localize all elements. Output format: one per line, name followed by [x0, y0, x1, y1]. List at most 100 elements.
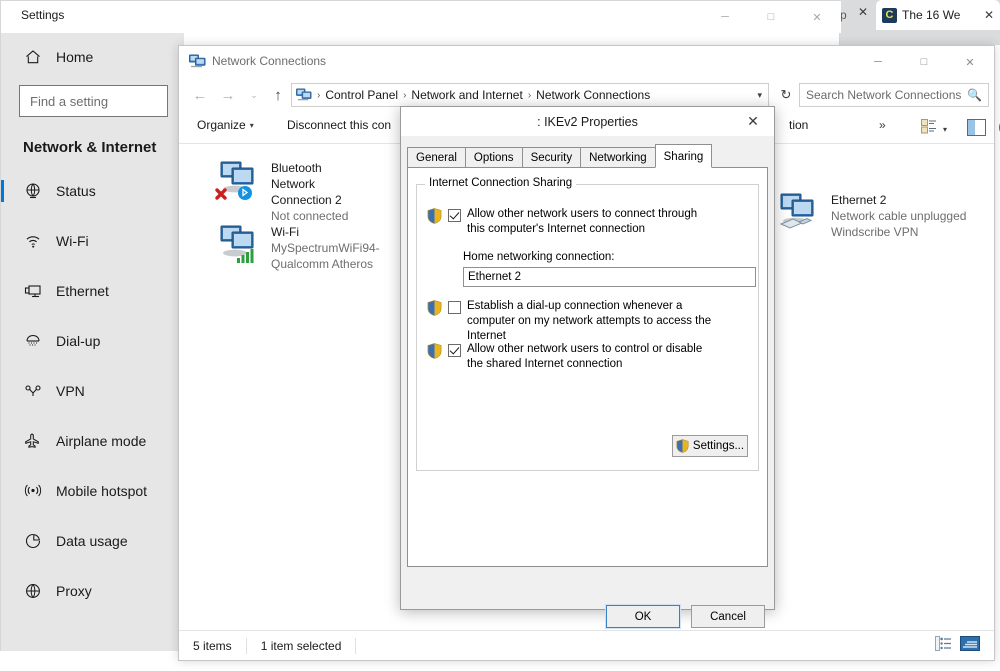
preview-pane-button[interactable] — [967, 119, 986, 136]
allow-connect-checkbox-row[interactable]: Allow other network users to connect thr… — [427, 207, 707, 237]
breadcrumb-separator: › — [401, 90, 408, 101]
preview-pane-right — [975, 120, 985, 135]
settings-maximize-button[interactable]: □ — [748, 1, 794, 33]
home-networking-connection-select[interactable]: Ethernet 2 — [463, 267, 756, 287]
breadcrumb-separator: › — [315, 90, 322, 101]
details-view-icon[interactable] — [935, 636, 952, 656]
browser-tab-title: The 16 We — [902, 8, 979, 22]
sidebar-item-dialup[interactable]: Dial-up — [1, 316, 184, 366]
globe-status-icon — [23, 182, 42, 201]
browser-tab-active[interactable]: C The 16 We ✕ — [876, 0, 1000, 30]
explorer-status-bar: 5 items 1 item selected — [179, 630, 994, 660]
list-item-text: Wi-Fi MySpectrumWiFi94- Qualcomm Atheros — [271, 224, 380, 272]
settings-minimize-button[interactable]: ─ — [702, 1, 748, 33]
disconnect-connection-button[interactable]: Disconnect this con — [287, 118, 391, 132]
breadcrumb-network-connections[interactable]: Network Connections — [536, 88, 650, 102]
list-item-text: Bluetooth Network Connection 2 Not conne… — [271, 160, 365, 224]
breadcrumb-network-and-internet[interactable]: Network and Internet — [411, 88, 522, 102]
list-item[interactable]: Bluetooth Network Connection 2 Not conne… — [215, 160, 365, 224]
dialup-label: Establish a dial-up connection whenever … — [467, 299, 727, 344]
settings-sidebar: Home Find a setting Network & Internet S… — [1, 33, 184, 651]
settings-window-title: Settings — [21, 8, 64, 22]
ok-button[interactable]: OK — [606, 605, 680, 628]
ethernet-icon — [23, 282, 42, 301]
browser-tab-close-icon[interactable]: ✕ — [984, 8, 994, 22]
organize-button[interactable]: Organize ▾ — [197, 118, 254, 132]
tab-general[interactable]: General — [407, 147, 466, 167]
sidebar-item-proxy[interactable]: Proxy — [1, 566, 184, 616]
chevron-down-icon: ▾ — [250, 121, 254, 130]
large-icons-view-icon[interactable] — [960, 636, 980, 656]
search-icon: 🔍 — [967, 88, 982, 102]
refresh-button[interactable]: ↻ — [775, 84, 797, 106]
recent-locations-button[interactable]: ⌄ — [241, 82, 267, 108]
home-icon — [23, 48, 42, 67]
explorer-maximize-button[interactable]: □ — [901, 46, 947, 78]
settings-search-wrap: Find a setting — [1, 81, 184, 117]
dialup-icon — [23, 332, 42, 351]
tab-options[interactable]: Options — [465, 147, 523, 167]
sidebar-item-ethernet-label: Ethernet — [56, 283, 109, 299]
list-item[interactable]: Ethernet 2 Network cable unplugged Winds… — [775, 192, 975, 240]
chevron-down-icon[interactable]: ▾ — [757, 90, 764, 101]
allow-connect-checkbox[interactable] — [448, 209, 461, 222]
allow-control-checkbox[interactable] — [448, 344, 461, 357]
ics-settings-button[interactable]: Settings... — [672, 435, 748, 457]
list-item[interactable]: Wi-Fi MySpectrumWiFi94- Qualcomm Atheros — [215, 224, 365, 272]
network-connections-icon — [189, 54, 206, 69]
search-input-placeholder: Find a setting — [30, 94, 108, 109]
connection-detail: Qualcomm Atheros — [271, 256, 380, 272]
sidebar-item-data-usage-label: Data usage — [56, 533, 128, 549]
preview-pane-left — [968, 120, 975, 135]
sidebar-item-mobile-hotspot[interactable]: Mobile hotspot — [1, 466, 184, 516]
network-adapter-disconnected-icon — [215, 160, 261, 202]
uac-shield-icon — [427, 208, 442, 224]
sidebar-item-home[interactable]: Home — [1, 33, 184, 81]
settings-close-button[interactable]: ✕ — [794, 1, 840, 33]
search-input[interactable]: Find a setting — [19, 85, 168, 117]
vpn-icon — [23, 382, 42, 401]
back-button[interactable]: ← — [187, 82, 213, 108]
connection-status: MySpectrumWiFi94- — [271, 240, 380, 256]
sidebar-item-wifi-label: Wi-Fi — [56, 233, 89, 249]
home-networking-connection-value: Ethernet 2 — [468, 271, 521, 283]
address-bar[interactable]: › Control Panel › Network and Internet ›… — [291, 83, 769, 107]
sidebar-item-airplane-mode[interactable]: Airplane mode — [1, 416, 184, 466]
list-item-text: Ethernet 2 Network cable unplugged Winds… — [831, 192, 966, 240]
allow-control-checkbox-row[interactable]: Allow other network users to control or … — [427, 342, 717, 372]
change-view-button[interactable]: ▾ — [921, 118, 947, 140]
explorer-search-placeholder: Search Network Connections — [806, 88, 961, 102]
network-adapter-wifi-icon — [215, 224, 261, 266]
tab-networking[interactable]: Networking — [580, 147, 656, 167]
diagnose-connection-button[interactable]: tion — [789, 118, 808, 132]
explorer-close-button[interactable]: ✕ — [947, 46, 993, 78]
dialog-close-button[interactable]: ✕ — [732, 107, 774, 136]
up-button[interactable]: ↑ — [265, 82, 291, 108]
address-bar-icon — [296, 88, 312, 102]
breadcrumb-control-panel[interactable]: Control Panel — [325, 88, 398, 102]
sidebar-item-wifi[interactable]: Wi-Fi — [1, 216, 184, 266]
forward-button[interactable]: → — [215, 82, 241, 108]
explorer-search-input[interactable]: Search Network Connections 🔍 — [799, 83, 989, 107]
sidebar-item-status[interactable]: Status — [1, 166, 184, 216]
uac-shield-icon — [427, 300, 442, 316]
browser-tab-partial-close-icon[interactable]: ✕ — [855, 4, 871, 20]
sidebar-item-vpn[interactable]: VPN — [1, 366, 184, 416]
cancel-button[interactable]: Cancel — [691, 605, 765, 628]
organize-label: Organize — [197, 118, 246, 132]
connection-name: Ethernet 2 — [831, 192, 966, 208]
dialup-checkbox-row[interactable]: Establish a dial-up connection whenever … — [427, 299, 727, 344]
network-adapter-unplugged-icon — [775, 192, 821, 234]
dialup-checkbox[interactable] — [448, 301, 461, 314]
tab-security[interactable]: Security — [522, 147, 582, 167]
sidebar-item-vpn-label: VPN — [56, 383, 85, 399]
explorer-minimize-button[interactable]: ─ — [855, 46, 901, 78]
sidebar-item-data-usage[interactable]: Data usage — [1, 516, 184, 566]
tab-sharing[interactable]: Sharing — [655, 144, 713, 168]
sidebar-item-mobile-hotspot-label: Mobile hotspot — [56, 483, 147, 499]
dialog-title-bar: : IKEv2 Properties ✕ — [401, 107, 774, 136]
home-networking-connection-label: Home networking connection: — [463, 251, 615, 263]
toolbar-overflow-button[interactable]: » — [879, 118, 886, 132]
sidebar-item-ethernet[interactable]: Ethernet — [1, 266, 184, 316]
dialog-body: General Options Security Networking Shar… — [401, 136, 774, 609]
